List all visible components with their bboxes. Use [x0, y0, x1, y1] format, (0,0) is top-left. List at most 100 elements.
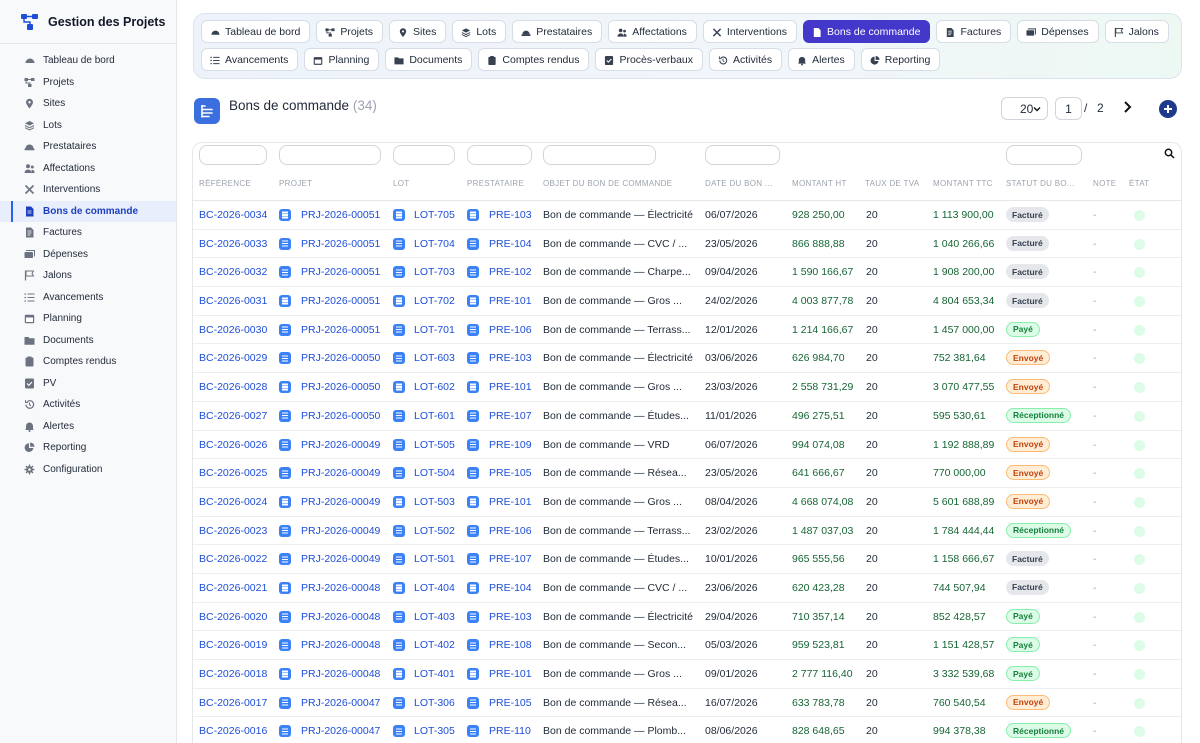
- provider-link[interactable]: PRE-101: [489, 381, 539, 393]
- tab-bons-de-commande[interactable]: Bons de commande: [803, 20, 931, 43]
- tab-sites[interactable]: Sites: [389, 20, 447, 43]
- project-link[interactable]: PRJ-2026-00050: [301, 410, 387, 422]
- sidebar-item-avancements[interactable]: Avancements: [0, 287, 176, 309]
- project-link[interactable]: PRJ-2026-00048: [301, 639, 387, 651]
- table-row[interactable]: BC-2026-0023 PRJ-2026-00049 LOT-502 PRE-106…: [193, 517, 1181, 546]
- provider-link[interactable]: PRE-107: [489, 410, 539, 422]
- provider-link[interactable]: PRE-106: [489, 324, 539, 336]
- project-link[interactable]: PRJ-2026-00051: [301, 324, 387, 336]
- table-row[interactable]: BC-2026-0029 PRJ-2026-00050 LOT-603 PRE-103…: [193, 344, 1181, 374]
- column-header[interactable]: OBJET DU BON DE COMMANDE: [543, 179, 698, 188]
- table-row[interactable]: BC-2026-0026 PRJ-2026-00049 LOT-505 PRE-109…: [193, 431, 1181, 460]
- table-row[interactable]: BC-2026-0020 PRJ-2026-00048 LOT-403 PRE-103…: [193, 603, 1181, 632]
- sidebar-item-factures[interactable]: Factures: [0, 222, 176, 244]
- column-header[interactable]: PRESTATAIRE: [467, 179, 537, 188]
- project-link[interactable]: PRJ-2026-00051: [301, 238, 387, 250]
- column-header[interactable]: LOT: [393, 179, 463, 188]
- table-row[interactable]: BC-2026-0028 PRJ-2026-00050 LOT-602 PRE-101…: [193, 373, 1181, 402]
- lot-link[interactable]: LOT-305: [414, 725, 464, 737]
- reference-link[interactable]: BC-2026-0029: [199, 352, 277, 364]
- project-link[interactable]: PRJ-2026-00048: [301, 611, 387, 623]
- column-header[interactable]: DATE DU BON ...: [705, 179, 785, 188]
- reference-link[interactable]: BC-2026-0023: [199, 525, 277, 537]
- column-header[interactable]: PROJET: [279, 179, 384, 188]
- tab-lots[interactable]: Lots: [452, 20, 507, 43]
- lot-link[interactable]: LOT-402: [414, 639, 464, 651]
- sidebar-item-bons-de-commande[interactable]: Bons de commande: [0, 200, 176, 222]
- table-row[interactable]: BC-2026-0017 PRJ-2026-00047 LOT-306 PRE-105…: [193, 689, 1181, 718]
- tab-tableau-de-bord[interactable]: Tableau de bord: [201, 20, 311, 43]
- sidebar-item-comptes-rendus[interactable]: Comptes rendus: [0, 351, 176, 373]
- provider-link[interactable]: PRE-103: [489, 209, 539, 221]
- reference-link[interactable]: BC-2026-0020: [199, 611, 277, 623]
- provider-link[interactable]: PRE-109: [489, 439, 539, 451]
- provider-link[interactable]: PRE-108: [489, 639, 539, 651]
- reference-link[interactable]: BC-2026-0024: [199, 496, 277, 508]
- reference-link[interactable]: BC-2026-0017: [199, 697, 277, 709]
- table-row[interactable]: BC-2026-0025 PRJ-2026-00049 LOT-504 PRE-105…: [193, 459, 1181, 488]
- provider-link[interactable]: PRE-103: [489, 352, 539, 364]
- column-header[interactable]: RÉFÉRENCE: [199, 179, 274, 188]
- lot-link[interactable]: LOT-602: [414, 381, 464, 393]
- table-row[interactable]: BC-2026-0034 PRJ-2026-00051 LOT-705 PRE-103…: [193, 201, 1181, 230]
- lot-link[interactable]: LOT-504: [414, 467, 464, 479]
- reference-link[interactable]: BC-2026-0025: [199, 467, 277, 479]
- tab-reporting[interactable]: Reporting: [860, 48, 941, 71]
- reference-link[interactable]: BC-2026-0032: [199, 266, 277, 278]
- reference-link[interactable]: BC-2026-0016: [199, 725, 277, 737]
- tab-affectations[interactable]: Affectations: [608, 20, 697, 43]
- project-link[interactable]: PRJ-2026-00049: [301, 553, 387, 565]
- lot-link[interactable]: LOT-603: [414, 352, 464, 364]
- lot-link[interactable]: LOT-705: [414, 209, 464, 221]
- next-page-button[interactable]: [1120, 99, 1134, 115]
- lot-link[interactable]: LOT-502: [414, 525, 464, 537]
- tab-comptes-rendus[interactable]: Comptes rendus: [478, 48, 590, 71]
- provider-link[interactable]: PRE-101: [489, 295, 539, 307]
- project-link[interactable]: PRJ-2026-00050: [301, 352, 387, 364]
- project-link[interactable]: PRJ-2026-00048: [301, 582, 387, 594]
- table-row[interactable]: BC-2026-0031 PRJ-2026-00051 LOT-702 PRE-101…: [193, 287, 1181, 316]
- column-header[interactable]: STATUT DU BO...: [1006, 179, 1086, 188]
- table-row[interactable]: BC-2026-0027 PRJ-2026-00050 LOT-601 PRE-107…: [193, 402, 1181, 431]
- project-link[interactable]: PRJ-2026-00051: [301, 295, 387, 307]
- column-header[interactable]: NOTE: [1093, 179, 1123, 188]
- table-row[interactable]: BC-2026-0024 PRJ-2026-00049 LOT-503 PRE-101…: [193, 488, 1181, 517]
- reference-link[interactable]: BC-2026-0022: [199, 553, 277, 565]
- reference-link[interactable]: BC-2026-0028: [199, 381, 277, 393]
- filter-prestataire[interactable]: [467, 145, 532, 165]
- sidebar-item-activites[interactable]: Activités: [0, 394, 176, 416]
- lot-link[interactable]: LOT-702: [414, 295, 464, 307]
- provider-link[interactable]: PRE-101: [489, 668, 539, 680]
- lot-link[interactable]: LOT-601: [414, 410, 464, 422]
- project-link[interactable]: PRJ-2026-00047: [301, 725, 387, 737]
- sidebar-item-depenses[interactable]: Dépenses: [0, 244, 176, 266]
- reference-link[interactable]: BC-2026-0031: [199, 295, 277, 307]
- reference-link[interactable]: BC-2026-0018: [199, 668, 277, 680]
- table-row[interactable]: BC-2026-0033 PRJ-2026-00051 LOT-704 PRE-104…: [193, 230, 1181, 259]
- tab-avancements[interactable]: Avancements: [201, 48, 299, 71]
- sidebar-item-projets[interactable]: Projets: [0, 72, 176, 94]
- filter-lot[interactable]: [393, 145, 455, 165]
- provider-link[interactable]: PRE-106: [489, 525, 539, 537]
- sidebar-item-affectations[interactable]: Affectations: [0, 158, 176, 180]
- lot-link[interactable]: LOT-306: [414, 697, 464, 709]
- reference-link[interactable]: BC-2026-0027: [199, 410, 277, 422]
- sidebar-item-prestataires[interactable]: Prestataires: [0, 136, 176, 158]
- current-page-input[interactable]: 1: [1055, 97, 1082, 120]
- provider-link[interactable]: PRE-105: [489, 697, 539, 709]
- filter-objet[interactable]: [543, 145, 656, 165]
- sidebar-item-tableau-de-bord[interactable]: Tableau de bord: [0, 50, 176, 72]
- project-link[interactable]: PRJ-2026-00050: [301, 381, 387, 393]
- provider-link[interactable]: PRE-103: [489, 611, 539, 623]
- table-row[interactable]: BC-2026-0030 PRJ-2026-00051 LOT-701 PRE-106…: [193, 316, 1181, 345]
- project-link[interactable]: PRJ-2026-00051: [301, 209, 387, 221]
- lot-link[interactable]: LOT-404: [414, 582, 464, 594]
- provider-link[interactable]: PRE-107: [489, 553, 539, 565]
- sidebar-item-configuration[interactable]: Configuration: [0, 459, 176, 481]
- sidebar-item-interventions[interactable]: Interventions: [0, 179, 176, 201]
- tab-proces-verbaux[interactable]: Procès-verbaux: [595, 48, 703, 71]
- provider-link[interactable]: PRE-110: [489, 725, 539, 737]
- reference-link[interactable]: BC-2026-0033: [199, 238, 277, 250]
- table-row[interactable]: BC-2026-0018 PRJ-2026-00048 LOT-401 PRE-101…: [193, 660, 1181, 689]
- table-row[interactable]: BC-2026-0019 PRJ-2026-00048 LOT-402 PRE-108…: [193, 631, 1181, 660]
